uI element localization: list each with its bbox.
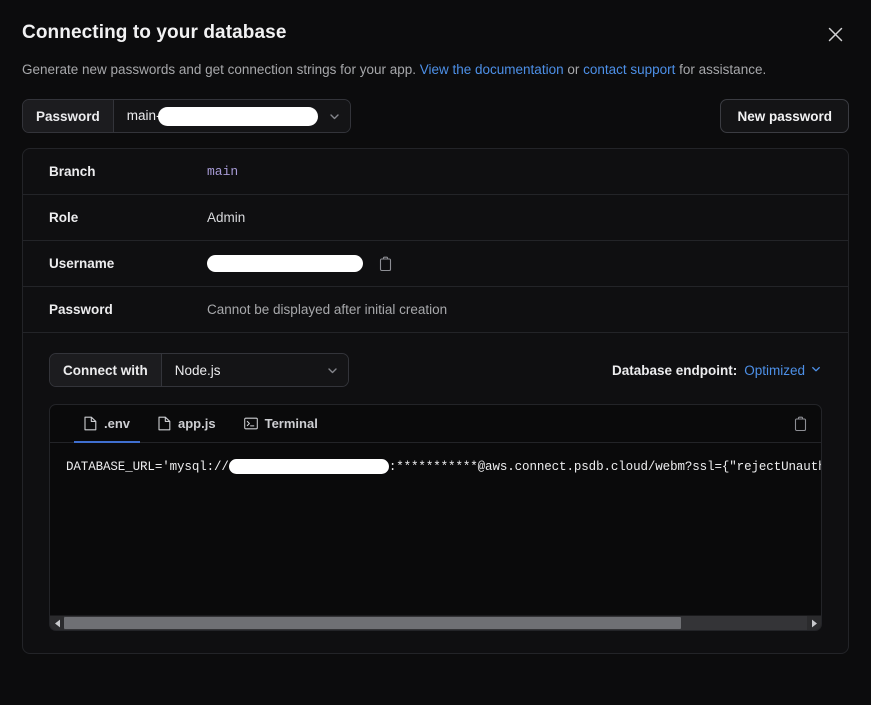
terminal-icon [243,417,258,430]
database-endpoint: Database endpoint: Optimized [612,363,822,378]
connect-database-modal: Connecting to your database Generate new… [0,0,871,705]
language-select[interactable]: Node.js [161,354,348,387]
role-value: Admin [207,210,246,226]
connect-section: Connect with Node.js Database endpoint: … [23,333,848,653]
description-text-2: for assistance. [675,61,767,77]
modal-description: Generate new passwords and get connectio… [22,58,782,81]
tab-env-label: .env [104,416,131,432]
scroll-right-button[interactable] [807,616,821,631]
row-key-password: Password [49,302,113,318]
tab-terminal[interactable]: Terminal [230,405,332,442]
password-selector: Password main- [22,99,351,134]
contact-support-link[interactable]: contact support [583,62,675,77]
scrollbar-track[interactable] [64,616,807,631]
password-value-prefix: main- [126,107,161,123]
clipboard-icon [794,416,807,431]
copy-connection-string-button[interactable] [792,415,809,432]
password-value: Cannot be displayed after initial creati… [207,302,448,318]
code-panel: .env app.js Terminal DATABASE_URL='mysql… [49,404,822,632]
connect-with-selector: Connect with Node.js [49,353,349,388]
row-value-username [207,255,394,273]
connection-string-suffix: :***********@aws.connect.psdb.cloud/webm… [388,460,821,475]
code-tabs: .env app.js Terminal [70,405,332,444]
description-or: or [563,61,584,77]
description-text-1: Generate new passwords and get connectio… [22,61,420,77]
row-value-branch: main [207,164,238,179]
redacted-password-name [157,106,318,126]
row-key-branch: Branch [49,164,96,180]
row-value-password: Cannot be displayed after initial creati… [207,302,447,317]
tab-terminal-label: Terminal [264,416,318,432]
connect-toolbar: Connect with Node.js Database endpoint: … [49,353,822,388]
row-key-role: Role [49,210,79,226]
tab-appjs[interactable]: app.js [144,405,230,442]
database-endpoint-label: Database endpoint: [611,362,738,378]
tab-env[interactable]: .env [70,405,144,444]
table-row-password: Password Cannot be displayed after initi… [23,287,848,334]
chevron-down-icon [328,110,341,123]
code-content[interactable]: DATABASE_URL='mysql:// :***********@aws.c… [50,443,821,615]
close-icon [828,27,842,41]
redacted-username [207,255,363,273]
language-select-value: Node.js [174,362,221,378]
chevron-down-icon [326,364,339,377]
connection-string-line: DATABASE_URL='mysql:// :***********@aws.c… [66,459,821,477]
password-selector-label: Password [23,100,114,133]
page-title: Connecting to your database [22,22,287,43]
file-icon [84,416,97,431]
documentation-link[interactable]: View the documentation [420,62,564,77]
chevron-down-icon [810,363,822,378]
redacted-credentials [228,459,389,475]
table-row-role: Role Admin [23,195,848,242]
table-row-branch: Branch main [23,149,848,196]
modal-header: Connecting to your database [22,22,849,45]
file-icon [158,416,171,431]
password-selector-row: Password main- New password [22,99,849,134]
database-endpoint-value: Optimized [744,362,805,378]
table-row-username: Username [23,241,848,288]
code-tabbar: .env app.js Terminal [50,405,821,444]
connection-string-prefix: DATABASE_URL='mysql:// [66,460,229,475]
connection-details-card: Branch main Role Admin Username Password… [22,148,849,655]
database-endpoint-select[interactable]: Optimized [744,363,822,378]
clipboard-icon [379,256,392,271]
tab-appjs-label: app.js [178,416,216,432]
close-button[interactable] [821,20,849,48]
row-key-username: Username [49,256,115,272]
horizontal-scrollbar[interactable] [50,615,821,631]
new-password-button[interactable]: New password [720,99,849,134]
caret-left-icon [54,619,60,627]
copy-username-button[interactable] [377,255,394,272]
password-select-value: main- [126,106,318,126]
scrollbar-thumb[interactable] [64,617,681,630]
scroll-left-button[interactable] [50,616,64,631]
caret-right-icon [811,619,817,627]
row-value-role: Admin [207,210,245,225]
branch-value: main [207,164,239,180]
password-select[interactable]: main- [113,100,350,133]
connect-with-label: Connect with [50,354,162,387]
